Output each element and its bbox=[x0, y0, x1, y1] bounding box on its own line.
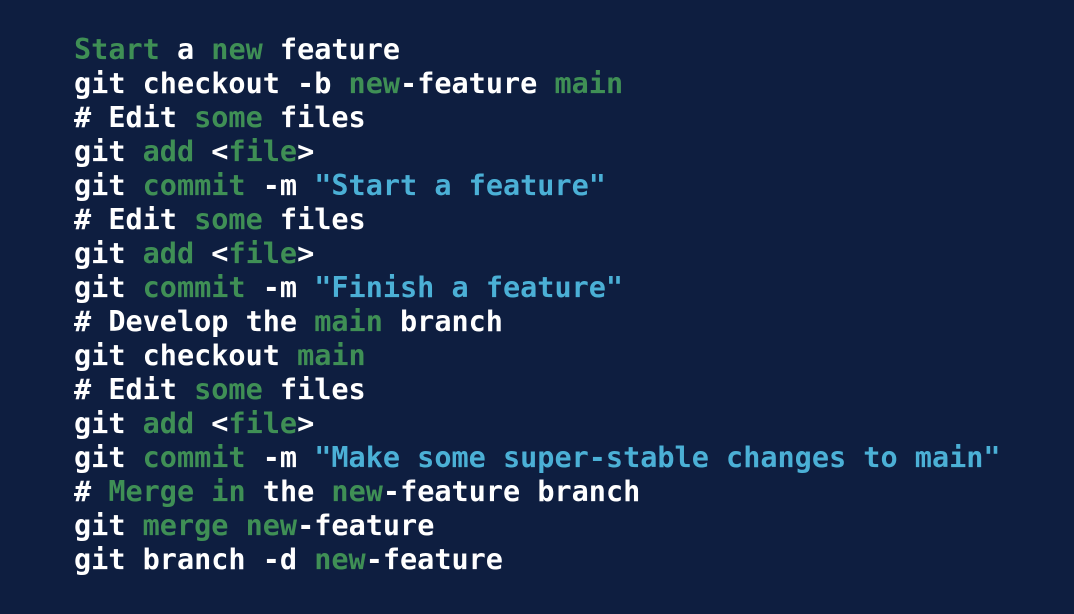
code-token-keyword: new bbox=[331, 475, 383, 508]
code-token: git bbox=[74, 509, 143, 542]
code-line: git commit -m "Finish a feature" bbox=[74, 271, 1074, 305]
code-token-keyword: Start bbox=[74, 33, 160, 66]
code-token: < bbox=[194, 407, 229, 440]
code-token: git bbox=[74, 135, 143, 168]
code-token: files bbox=[262, 373, 366, 406]
code-token-keyword: commit bbox=[142, 169, 246, 202]
code-token: > bbox=[297, 237, 315, 270]
code-token-keyword: Merge bbox=[108, 475, 195, 508]
code-token: git checkout -b bbox=[74, 67, 349, 100]
code-token: git branch -d bbox=[74, 543, 315, 576]
code-token: git bbox=[74, 271, 143, 304]
code-token-keyword: file bbox=[228, 407, 298, 440]
code-line: git commit -m "Start a feature" bbox=[74, 169, 1074, 203]
code-line: git merge new-feature bbox=[74, 509, 1074, 543]
code-token: > bbox=[297, 407, 315, 440]
code-token-keyword: commit bbox=[142, 441, 246, 474]
code-token: git checkout bbox=[74, 339, 298, 372]
code-token-keyword: add bbox=[142, 407, 195, 440]
code-token: git bbox=[74, 407, 143, 440]
code-line: git branch -d new-feature bbox=[74, 543, 1074, 577]
code-block: Start a new feature git checkout -b new-f… bbox=[74, 33, 1074, 577]
code-token: # Edit bbox=[74, 373, 195, 406]
code-token-keyword: new bbox=[245, 509, 298, 542]
code-token: git bbox=[74, 441, 143, 474]
code-token: # bbox=[74, 475, 109, 508]
code-token: -m bbox=[245, 441, 315, 474]
code-token: # Edit bbox=[74, 203, 195, 236]
code-token: feature bbox=[262, 33, 401, 66]
code-token-keyword: main bbox=[554, 67, 624, 100]
code-token: -feature branch bbox=[382, 475, 641, 508]
code-token: git bbox=[74, 169, 143, 202]
code-line: # Merge in the new-feature branch bbox=[74, 475, 1074, 509]
code-line: # Edit some files bbox=[74, 373, 1074, 407]
code-token-keyword: new bbox=[348, 67, 401, 100]
code-token-keyword: main bbox=[297, 339, 366, 372]
code-token: -feature bbox=[400, 67, 555, 100]
code-line: git add <file> bbox=[74, 135, 1074, 169]
code-token: -m bbox=[245, 271, 315, 304]
code-token-keyword: add bbox=[142, 135, 195, 168]
code-token-keyword: file bbox=[228, 237, 298, 270]
code-token: # Develop the bbox=[74, 305, 315, 338]
code-token-keyword: file bbox=[228, 135, 298, 168]
code-line: # Develop the main branch bbox=[74, 305, 1074, 339]
code-token-keyword: new bbox=[211, 33, 263, 66]
code-token: # Edit bbox=[74, 101, 195, 134]
code-line: git add <file> bbox=[74, 237, 1074, 271]
code-token-keyword: some bbox=[194, 101, 263, 134]
code-line: git checkout main bbox=[74, 339, 1074, 373]
code-token: -feature bbox=[297, 509, 435, 542]
code-token: -m bbox=[245, 169, 315, 202]
code-token: < bbox=[194, 135, 229, 168]
code-token: files bbox=[262, 101, 366, 134]
code-token: < bbox=[194, 237, 229, 270]
code-token-keyword: some bbox=[194, 373, 263, 406]
code-line: # Edit some files bbox=[74, 101, 1074, 135]
code-token: files bbox=[262, 203, 366, 236]
code-token-keyword: merge bbox=[142, 509, 229, 542]
code-token: -feature bbox=[365, 543, 503, 576]
code-token-keyword: main bbox=[314, 305, 383, 338]
code-token-keyword: in bbox=[211, 475, 246, 508]
code-token-keyword: new bbox=[314, 543, 366, 576]
code-line: # Edit some files bbox=[74, 203, 1074, 237]
code-token: git bbox=[74, 237, 143, 270]
code-token: > bbox=[297, 135, 315, 168]
code-token-keyword: some bbox=[194, 203, 263, 236]
code-token-keyword: commit bbox=[142, 271, 246, 304]
code-token-string: "Start a feature" bbox=[314, 169, 606, 202]
code-window: Start a new feature git checkout -b new-f… bbox=[0, 0, 1074, 614]
code-token-string: "Make some super-stable changes to main" bbox=[314, 441, 1001, 474]
code-line: git checkout -b new-feature main bbox=[74, 67, 1074, 101]
code-line: git commit -m "Make some super-stable ch… bbox=[74, 441, 1074, 475]
code-token-string: "Finish a feature" bbox=[314, 271, 624, 304]
code-token: branch bbox=[382, 305, 503, 338]
code-line: git add <file> bbox=[74, 407, 1074, 441]
code-token: the bbox=[245, 475, 332, 508]
code-line: Start a new feature bbox=[74, 33, 1074, 67]
code-token-keyword: add bbox=[142, 237, 195, 270]
code-token: a bbox=[159, 33, 212, 66]
